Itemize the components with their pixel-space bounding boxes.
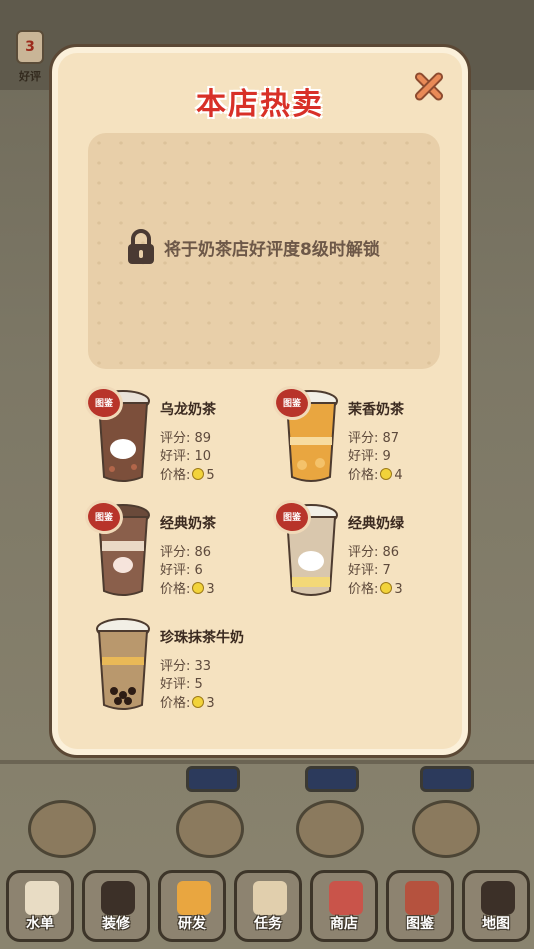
drink-price: 价格: 3 — [348, 582, 403, 597]
collection-badge: 图鉴 — [274, 500, 310, 534]
shop-icon — [329, 881, 363, 915]
drink-score: 评分: 89 — [160, 431, 212, 446]
coin-icon — [192, 468, 205, 480]
cafe-table — [28, 800, 96, 858]
close-icon[interactable] — [408, 65, 450, 107]
album-icon — [405, 881, 439, 915]
drink-name: 乌龙奶茶 — [160, 402, 216, 418]
drink-card[interactable]: 图鉴 茉香奶茶 评分: 87 好评: 9 价格: 4 — [274, 386, 460, 489]
drink-price: 价格: 3 — [160, 696, 215, 711]
menu-book-icon — [25, 881, 59, 915]
cafe-table — [296, 800, 364, 858]
drink-card[interactable]: 图鉴 经典奶绿 评分: 86 好评: 7 价格: 3 — [274, 500, 460, 603]
drink-price: 价格: 5 — [160, 468, 215, 483]
unlock-hint-text: 将于奶茶店好评度8级时解锁 — [164, 239, 380, 260]
cafe-table — [412, 800, 480, 858]
drink-price: 价格: 4 — [348, 468, 403, 483]
drink-card[interactable]: 珍珠抹茶牛奶 评分: 33 好评: 5 价格: 3 — [92, 617, 272, 717]
toolbar-decorate-button[interactable]: 装修 — [82, 870, 150, 942]
toolbar-collection-button[interactable]: 图鉴 — [386, 870, 454, 942]
coin-icon — [192, 696, 205, 708]
drink-name: 经典奶绿 — [348, 516, 404, 532]
reputation-level: 3 — [16, 30, 44, 64]
lock-icon — [481, 881, 515, 915]
toolbar-map-button[interactable]: 地图 — [462, 870, 530, 942]
collection-badge: 图鉴 — [86, 500, 122, 534]
drink-score: 评分: 86 — [348, 545, 400, 560]
toolbar-research-button[interactable]: 研发 — [158, 870, 226, 942]
floor-edge — [0, 760, 534, 764]
pearl-matcha-milk-cup-icon — [92, 617, 154, 713]
bottom-toolbar: 水单 装修 研发 任务 商店 图鉴 地图 — [0, 866, 534, 946]
toolbar-menu-button[interactable]: 水单 — [6, 870, 74, 942]
chair — [305, 766, 359, 792]
chair — [420, 766, 474, 792]
drink-price: 价格: 3 — [160, 582, 215, 597]
drink-name: 茉香奶茶 — [348, 402, 404, 418]
drink-card[interactable]: 图鉴 经典奶茶 评分: 86 好评: 6 价格: 3 — [86, 500, 272, 603]
cup-question-icon — [177, 881, 211, 915]
toolbar-shop-button[interactable]: 商店 — [310, 870, 378, 942]
toolbar-tasks-button[interactable]: 任务 — [234, 870, 302, 942]
drink-reviews: 好评: 5 — [160, 677, 203, 692]
drink-reviews: 好评: 6 — [160, 563, 203, 578]
reputation-label: 好评 — [19, 70, 41, 83]
collection-badge: 图鉴 — [86, 386, 122, 420]
drink-name: 经典奶茶 — [160, 516, 216, 532]
drink-score: 评分: 87 — [348, 431, 400, 446]
coin-icon — [192, 582, 205, 594]
lock-icon — [101, 881, 135, 915]
collection-badge: 图鉴 — [274, 386, 310, 420]
reputation-badge[interactable]: 3 好评 — [10, 30, 50, 88]
drink-reviews: 好评: 10 — [160, 449, 212, 464]
drink-score: 评分: 86 — [160, 545, 212, 560]
drink-reviews: 好评: 7 — [348, 563, 391, 578]
locked-slot: 将于奶茶店好评度8级时解锁 — [88, 133, 440, 369]
drink-score: 评分: 33 — [160, 659, 212, 674]
best-sellers-dialog: 本店热卖 将于奶茶店好评度8级时解锁 图鉴 乌龙奶茶 评分: 89 好评: 10… — [49, 44, 471, 758]
coin-icon — [380, 468, 393, 480]
drink-card[interactable]: 图鉴 乌龙奶茶 评分: 89 好评: 10 价格: 5 — [86, 386, 272, 489]
drink-reviews: 好评: 9 — [348, 449, 391, 464]
dialog-title: 本店热卖 — [196, 87, 324, 122]
chair — [186, 766, 240, 792]
drink-name: 珍珠抹茶牛奶 — [160, 630, 244, 646]
coin-icon — [380, 582, 393, 594]
cafe-table — [176, 800, 244, 858]
lock-icon — [126, 229, 156, 265]
clipboard-icon — [253, 881, 287, 915]
